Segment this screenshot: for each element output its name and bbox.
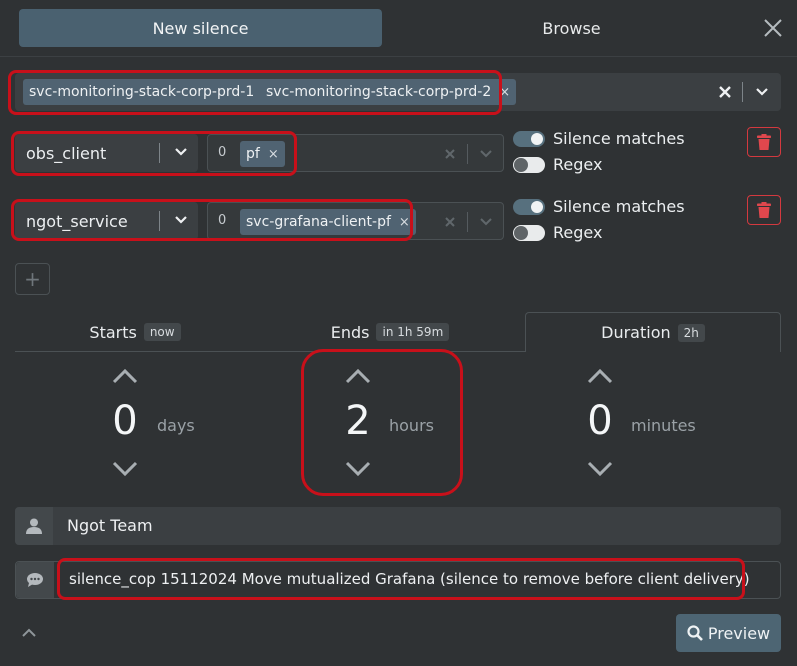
increment-minutes-icon[interactable] (586, 367, 614, 385)
tab-browse[interactable]: Browse (390, 9, 753, 47)
chevron-down-icon[interactable] (479, 216, 493, 228)
value-chip-label: pf (246, 146, 260, 162)
clear-icon[interactable] (718, 85, 732, 99)
remove-chip-icon[interactable]: × (268, 147, 279, 162)
matcher-label-select[interactable]: ngot_service (15, 202, 198, 240)
matcher-label: obs_client (26, 143, 107, 163)
matcher-label-select[interactable]: obs_client (15, 134, 198, 172)
tab-duration[interactable]: Duration 2h (525, 312, 781, 352)
clear-icon[interactable] (444, 216, 456, 228)
decrement-days-icon[interactable] (111, 460, 139, 478)
value-chip: pf × (240, 141, 285, 167)
chevron-down-icon[interactable] (174, 213, 188, 227)
increment-days-icon[interactable] (111, 367, 139, 385)
close-icon[interactable] (760, 15, 786, 41)
preview-label: Preview (707, 623, 771, 643)
value-chip-label: svc-grafana-client-pf (246, 214, 391, 230)
chevron-down-icon[interactable] (174, 145, 188, 159)
decrement-hours-icon[interactable] (344, 460, 372, 478)
minutes-unit: minutes (631, 416, 696, 435)
author-value: Ngot Team (67, 516, 153, 535)
matcher-label: ngot_service (26, 211, 128, 231)
trash-icon (757, 202, 771, 218)
author-field[interactable]: Ngot Team (15, 507, 781, 545)
divider (0, 56, 797, 57)
tab-label: Ends (330, 322, 370, 342)
tab-underline (15, 351, 525, 352)
hours-unit: hours (389, 416, 434, 435)
silence-matches-toggle[interactable] (513, 131, 545, 147)
search-icon (687, 625, 703, 641)
instance-chip: svc-monitoring-stack-corp-prd-2 × (260, 79, 517, 105)
days-unit: days (157, 416, 195, 435)
hours-value: 2 (345, 398, 371, 444)
tab-badge: 2h (677, 323, 705, 342)
matcher-value-select[interactable]: 0 pf × (207, 134, 504, 172)
toggle-label: Regex (553, 155, 603, 174)
value-chip: svc-grafana-client-pf × (240, 209, 416, 235)
instance-chip: svc-monitoring-stack-corp-prd-1 × (23, 79, 280, 105)
toggle-label: Silence matches (553, 129, 685, 148)
comment-field[interactable]: silence_cop 15112024 Move mutualized Gra… (15, 561, 781, 599)
remove-chip-icon[interactable]: × (499, 85, 510, 100)
matcher-value-select[interactable]: 0 svc-grafana-client-pf × (207, 202, 504, 240)
instance-chip-label: svc-monitoring-stack-corp-prd-2 (266, 84, 492, 100)
tab-new-silence[interactable]: New silence (19, 9, 382, 47)
trash-icon (757, 134, 771, 150)
separator (742, 82, 743, 102)
preview-button[interactable]: Preview (676, 614, 781, 652)
separator (467, 144, 468, 164)
tab-ends[interactable]: Ends in 1h 59m (270, 312, 510, 352)
silence-matches-toggle[interactable] (513, 199, 545, 215)
delete-matcher-button[interactable] (747, 127, 781, 157)
value-count: 0 (218, 145, 227, 160)
tab-label: Duration (601, 323, 671, 342)
tab-badge: now (143, 323, 181, 341)
regex-toggle[interactable] (513, 157, 545, 173)
days-value: 0 (112, 398, 138, 444)
regex-toggle[interactable] (513, 225, 545, 241)
remove-chip-icon[interactable]: × (399, 215, 410, 230)
instance-chip-label: svc-monitoring-stack-corp-prd-1 (29, 84, 255, 100)
user-icon (15, 507, 53, 545)
increment-hours-icon[interactable] (344, 367, 372, 385)
comment-value: silence_cop 15112024 Move mutualized Gra… (69, 570, 750, 588)
separator (467, 212, 468, 232)
chevron-up-icon[interactable] (18, 622, 40, 644)
clear-icon[interactable] (444, 148, 456, 160)
highlight-box (301, 349, 463, 496)
toggle-label: Silence matches (553, 197, 685, 216)
delete-matcher-button[interactable] (747, 195, 781, 225)
tab-label: Starts (89, 322, 137, 342)
chevron-down-icon[interactable] (755, 86, 769, 98)
minutes-value: 0 (587, 398, 613, 444)
tab-badge: in 1h 59m (376, 323, 450, 341)
value-count: 0 (218, 213, 227, 228)
toggle-label: Regex (553, 223, 603, 242)
chevron-down-icon[interactable] (479, 148, 493, 160)
comment-icon (16, 562, 54, 598)
instance-select[interactable]: svc-monitoring-stack-corp-prd-1 × svc-mo… (15, 73, 781, 111)
decrement-minutes-icon[interactable] (586, 460, 614, 478)
add-matcher-button[interactable]: + (15, 263, 50, 295)
tab-starts[interactable]: Starts now (15, 312, 255, 352)
